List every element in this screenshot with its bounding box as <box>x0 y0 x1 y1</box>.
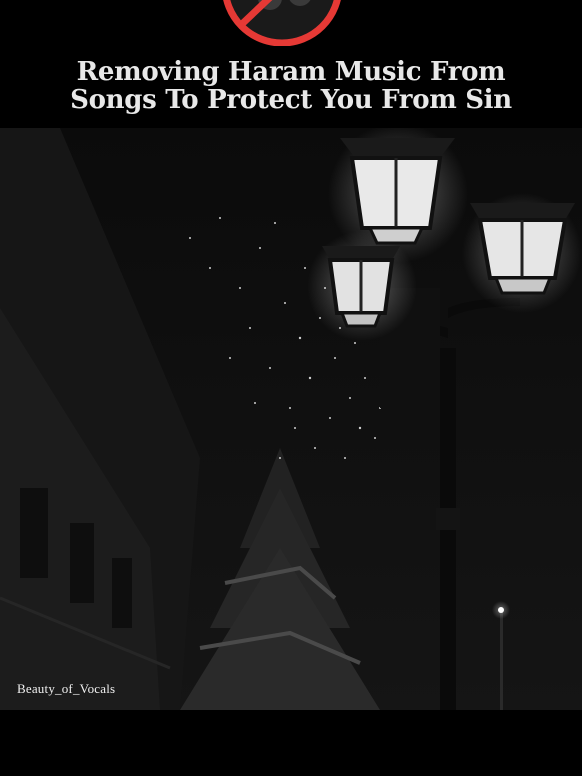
title-line-1: Removing Haram Music From <box>76 57 506 87</box>
page-title: Removing Haram Music From Songs To Prote… <box>0 58 582 114</box>
header: Removing Haram Music From Songs To Prote… <box>0 0 582 128</box>
no-music-icon <box>223 0 341 46</box>
watermark: Beauty_of_Vocals <box>17 681 116 696</box>
footer <box>0 710 582 776</box>
title-line-2: Songs To Protect You From Sin <box>70 85 512 115</box>
night-street-lamp-scene <box>0 128 582 710</box>
video-frame[interactable]: Beauty_of_Vocals <box>0 128 582 710</box>
